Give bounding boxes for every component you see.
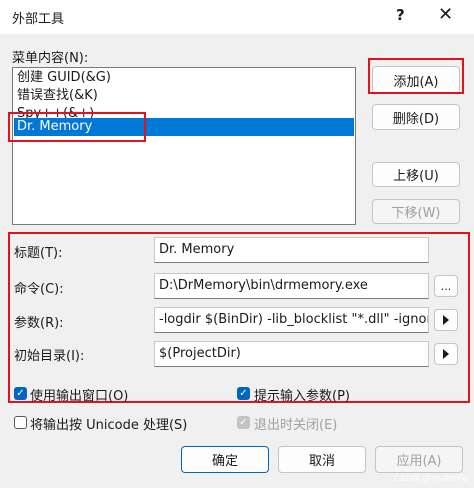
initial-dir-menu-button[interactable] bbox=[434, 343, 458, 365]
title-input[interactable]: Dr. Memory bbox=[154, 237, 429, 263]
close-on-exit-label: 退出时关闭(E) bbox=[254, 418, 338, 433]
apply-button[interactable]: 应用(A) bbox=[375, 446, 463, 473]
triangle-right-icon bbox=[443, 349, 449, 359]
initial-dir-label: 初始目录(I): bbox=[14, 349, 85, 364]
cancel-button[interactable]: 取消 bbox=[278, 446, 366, 473]
highlight-box-add-button bbox=[368, 58, 464, 94]
arguments-menu-button[interactable] bbox=[434, 309, 458, 331]
arguments-label: 参数(R): bbox=[14, 316, 64, 331]
command-input[interactable]: D:\DrMemory\bin\drmemory.exe bbox=[154, 273, 429, 299]
list-item[interactable]: 创建 GUID(&G) bbox=[14, 69, 354, 87]
delete-button[interactable]: 删除(D) bbox=[372, 104, 460, 130]
arguments-input[interactable]: -logdir $(BinDir) -lib_blocklist "*.dll"… bbox=[154, 307, 429, 333]
watermark: CSDN @mahoife bbox=[393, 474, 468, 484]
command-label: 命令(C): bbox=[14, 282, 64, 297]
initial-dir-input[interactable]: $(ProjectDir) bbox=[154, 341, 429, 367]
use-output-window-label: 使用输出窗口(O) bbox=[30, 389, 129, 404]
move-down-button[interactable]: 下移(W) bbox=[372, 199, 460, 224]
ok-button[interactable]: 确定 bbox=[181, 446, 269, 473]
prompt-args-label: 提示输入参数(P) bbox=[254, 389, 350, 404]
move-up-button[interactable]: 上移(U) bbox=[372, 162, 460, 187]
triangle-right-icon bbox=[443, 315, 449, 325]
close-on-exit-checkbox[interactable]: ✓ bbox=[237, 416, 250, 429]
menu-contents-label: 菜单内容(N): bbox=[12, 51, 89, 66]
highlight-box-selected-item bbox=[8, 112, 146, 142]
unicode-output-checkbox[interactable] bbox=[14, 416, 27, 429]
list-item[interactable]: 错误查找(&K) bbox=[14, 87, 354, 105]
prompt-args-checkbox[interactable]: ✓ bbox=[237, 387, 250, 400]
use-output-window-checkbox[interactable]: ✓ bbox=[14, 387, 27, 400]
menu-contents-list[interactable]: 创建 GUID(&G) 错误查找(&K) Spy++(&+) Dr. Memor… bbox=[12, 67, 356, 225]
browse-button[interactable]: ... bbox=[434, 275, 458, 297]
unicode-output-label: 将输出按 Unicode 处理(S) bbox=[30, 418, 188, 433]
title-label: 标题(T): bbox=[14, 246, 63, 261]
help-icon[interactable]: ? bbox=[396, 6, 405, 24]
window-title: 外部工具 bbox=[12, 12, 65, 27]
close-icon[interactable]: ✕ bbox=[438, 4, 453, 25]
